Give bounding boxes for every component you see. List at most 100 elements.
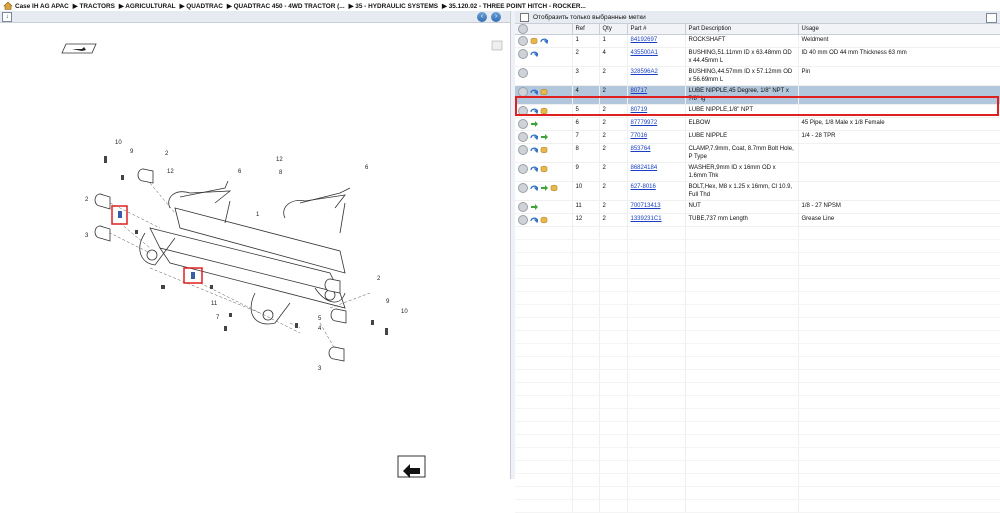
table-row[interactable]: 6 2 87779972 ELBOW 45 Pipe, 1/8 Male x 1/8 F…: [515, 117, 1000, 131]
table-row[interactable]: 2 4 435500A1 BUSHING,51.11mm ID x 63.48mm O…: [515, 47, 1000, 67]
select-all-icon[interactable]: [518, 24, 528, 34]
select-row-icon[interactable]: [518, 202, 528, 212]
select-row-icon[interactable]: [518, 145, 528, 155]
table-row[interactable]: 9 2 86824184 WASHER,9mm ID x 16mm OD x 1.6m…: [515, 162, 1000, 182]
exploded-diagram[interactable]: 10 9 2 12 6 12 8 6 2 3 1 2 9 10 11 5 4 7…: [0, 23, 510, 479]
select-row-icon[interactable]: [518, 183, 528, 193]
part-number-link[interactable]: 1339231C1: [631, 216, 662, 222]
part-number-cell[interactable]: 77016: [627, 130, 686, 144]
home-icon[interactable]: [3, 1, 13, 10]
select-row-icon[interactable]: [518, 87, 528, 97]
table-row[interactable]: 10 2 627-8016 BOLT,Hex, M8 x 1.25 x 16mm, C…: [515, 181, 1000, 201]
qty-cell: 2: [599, 104, 628, 118]
breadcrumb-item[interactable]: Case IH AG APAC: [15, 3, 69, 10]
part-number-link[interactable]: 627-8016: [631, 184, 656, 190]
part-number-cell[interactable]: 86824184: [627, 162, 686, 182]
part-number-link[interactable]: 87779972: [631, 120, 658, 126]
part-number-link[interactable]: 77016: [631, 133, 648, 139]
table-row[interactable]: 5 2 80719 LUBE NIPPLE,1/8" NPT: [515, 104, 1000, 118]
breadcrumb-item[interactable]: 35.120.02 - THREE POINT HITCH - ROCKER..…: [449, 3, 586, 10]
replace-icon[interactable]: [540, 37, 548, 45]
expand-icon[interactable]: ↓: [2, 12, 12, 22]
part-header[interactable]: Part #: [627, 24, 686, 35]
part-number-cell[interactable]: 853764: [627, 143, 686, 163]
ref-header[interactable]: Ref: [572, 24, 600, 35]
export-diagram-icon[interactable]: [397, 455, 426, 478]
replace-icon[interactable]: [530, 216, 538, 224]
replace-icon[interactable]: [530, 107, 538, 115]
callout-1: 10: [115, 140, 122, 146]
replace-icon[interactable]: [530, 184, 538, 192]
ref-cell: 4: [572, 85, 600, 105]
part-number-cell[interactable]: 328596A2: [627, 66, 686, 86]
usage-cell: Pin: [798, 66, 1000, 86]
select-row-icon[interactable]: [518, 49, 528, 59]
go-arrow-icon[interactable]: [540, 133, 548, 141]
part-number-cell[interactable]: 627-8016: [627, 181, 686, 201]
part-number-cell[interactable]: 80717: [627, 85, 686, 105]
part-number-link[interactable]: 80717: [631, 88, 648, 94]
select-row-icon[interactable]: [518, 164, 528, 174]
replace-icon[interactable]: [530, 50, 538, 58]
part-number-cell[interactable]: 80719: [627, 104, 686, 118]
diagram-view-tab[interactable]: [61, 43, 97, 54]
table-row[interactable]: 11 2 700713413 NUT 1/8 - 27 NPSM: [515, 200, 1000, 214]
package-icon[interactable]: [540, 165, 548, 173]
package-icon[interactable]: [540, 216, 548, 224]
part-number-link[interactable]: 853764: [631, 146, 651, 152]
part-number-cell[interactable]: 1339231C1: [627, 213, 686, 227]
description-cell: BUSHING,51.11mm ID x 63.48mm OD x 44.45m…: [685, 47, 799, 67]
part-number-link[interactable]: 80719: [631, 107, 648, 113]
qty-header[interactable]: Qty: [599, 24, 628, 35]
package-icon[interactable]: [540, 107, 548, 115]
part-number-link[interactable]: 84192697: [631, 37, 658, 43]
part-number-cell[interactable]: 87779972: [627, 117, 686, 131]
description-cell: WASHER,9mm ID x 16mm OD x 1.6mm Thk: [685, 162, 799, 182]
replace-icon[interactable]: [530, 133, 538, 141]
part-number-link[interactable]: 435500A1: [631, 50, 658, 56]
select-row-icon[interactable]: [518, 119, 528, 129]
part-number-cell[interactable]: 435500A1: [627, 47, 686, 67]
breadcrumb-item[interactable]: TRACTORS: [79, 3, 114, 10]
select-row-icon[interactable]: [518, 36, 528, 46]
package-icon[interactable]: [540, 146, 548, 154]
parts-table: Ref Qty Part # Part Description Usage 11…: [515, 24, 1000, 513]
go-arrow-icon[interactable]: [530, 120, 538, 128]
package-icon[interactable]: [530, 37, 538, 45]
select-row-icon[interactable]: [518, 215, 528, 225]
table-row[interactable]: 1 1 84192697 ROCKSHAFT Weldment: [515, 34, 1000, 48]
part-number-link[interactable]: 700713413: [631, 203, 661, 209]
table-row[interactable]: 7 2 77016 LUBE NIPPLE 1/4 - 28 TPR: [515, 130, 1000, 144]
package-icon[interactable]: [550, 184, 558, 192]
go-arrow-icon[interactable]: [530, 203, 538, 211]
forward-nav-icon[interactable]: ›: [491, 12, 501, 22]
document-icon[interactable]: [986, 13, 997, 23]
package-icon[interactable]: [540, 88, 548, 96]
select-row-icon[interactable]: [518, 68, 528, 78]
part-number-link[interactable]: 86824184: [631, 165, 658, 171]
usage-header[interactable]: Usage: [798, 24, 1000, 35]
table-row[interactable]: 12 2 1339231C1 TUBE,737 mm Length Grease Lin…: [515, 213, 1000, 227]
replace-icon[interactable]: [530, 146, 538, 154]
table-row[interactable]: 4 2 80717 LUBE NIPPLE,45 Degree, 1/8" NPT x…: [515, 85, 1000, 105]
breadcrumb-item[interactable]: AGRICULTURAL: [125, 3, 175, 10]
select-row-icon[interactable]: [518, 132, 528, 142]
part-number-cell[interactable]: 84192697: [627, 34, 686, 48]
part-number-cell[interactable]: 700713413: [627, 200, 686, 214]
desc-header[interactable]: Part Description: [685, 24, 799, 35]
table-row[interactable]: 8 2 853764 CLAMP,7.9mm, Coat, 8.7mm Bolt Ho…: [515, 143, 1000, 163]
breadcrumb-item[interactable]: QUADTRAC: [186, 3, 223, 10]
breadcrumb-item[interactable]: QUADTRAC 450 - 4WD TRACTOR (...: [234, 3, 345, 10]
table-row[interactable]: 3 2 328596A2 BUSHING,44.57mm ID x 57.12mm O…: [515, 66, 1000, 86]
replace-icon[interactable]: [530, 88, 538, 96]
filter-checkbox[interactable]: [520, 12, 529, 22]
description-cell: ROCKSHAFT: [685, 34, 799, 48]
go-arrow-icon[interactable]: [540, 184, 548, 192]
qty-cell: 1: [599, 34, 628, 48]
breadcrumb-item[interactable]: 35 - HYDRAULIC SYSTEMS: [355, 3, 438, 10]
replace-icon[interactable]: [530, 165, 538, 173]
part-number-link[interactable]: 328596A2: [631, 69, 658, 75]
select-row-icon[interactable]: [518, 106, 528, 116]
back-nav-icon[interactable]: ‹: [477, 12, 487, 22]
select-all-header[interactable]: [515, 24, 573, 35]
